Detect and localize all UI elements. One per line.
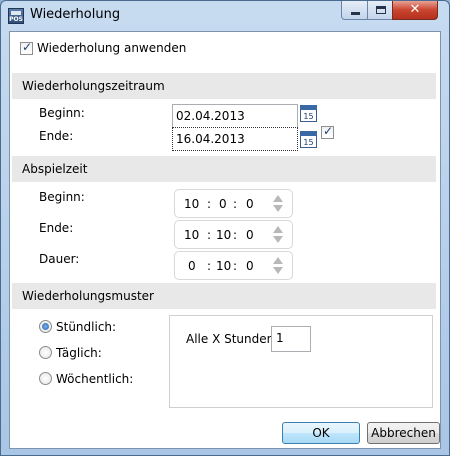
begin-calendar-icon[interactable]: 15 [300, 105, 317, 122]
end-hours[interactable]: 10 [184, 228, 199, 242]
time-separator: : [207, 259, 212, 273]
maximize-button[interactable] [367, 1, 393, 20]
radio-hourly[interactable] [39, 320, 52, 333]
duration-spinner[interactable] [272, 256, 284, 276]
zeitraum-end-label: Ende: [39, 129, 74, 143]
begin-date-input[interactable]: 02.04.2013 [172, 104, 298, 128]
end-calendar-icon[interactable]: 15 [300, 131, 317, 148]
duration-label: Dauer: [39, 252, 80, 266]
duration-input[interactable]: 0 : 10 : 0 [174, 251, 293, 280]
ok-button[interactable]: OK [282, 422, 360, 444]
duration-minutes[interactable]: 10 [216, 259, 231, 273]
calendar-day: 15 [303, 138, 314, 147]
spin-up-icon[interactable] [273, 257, 283, 264]
begin-time-spinner[interactable] [272, 194, 284, 214]
spin-down-icon[interactable] [273, 267, 283, 274]
end-time-spinner[interactable] [272, 225, 284, 245]
section-title: Wiederholungsmuster [22, 289, 154, 303]
end-time-input[interactable]: 10 : 10 : 0 [174, 220, 293, 249]
every-x-hours-label: Alle X Stunden: [186, 332, 279, 346]
end-minutes[interactable]: 10 [216, 228, 231, 242]
spin-down-icon[interactable] [273, 205, 283, 212]
section-title: Wiederholungszeitraum [22, 79, 165, 93]
time-end-label: Ende: [39, 221, 74, 235]
radio-weekly[interactable] [39, 372, 52, 385]
end-date-input[interactable]: 16.04.2013 [172, 127, 298, 151]
time-separator: : [207, 197, 212, 211]
enable-repeat-label[interactable]: Wiederholung anwenden [37, 41, 186, 55]
radio-daily[interactable] [39, 346, 52, 359]
close-icon: ✕ [409, 2, 421, 17]
time-separator: : [207, 228, 212, 242]
spin-up-icon[interactable] [273, 226, 283, 233]
radio-weekly-label[interactable]: Wöchentlich: [56, 372, 133, 386]
close-button[interactable]: ✕ [392, 1, 438, 20]
pattern-options-panel: Alle X Stunden: 1 [169, 315, 433, 408]
begin-hours[interactable]: 10 [184, 197, 199, 211]
title-bar[interactable]: POS Wiederholung ✕ [1, 1, 449, 31]
time-separator: : [233, 197, 238, 211]
calendar-day: 15 [303, 112, 314, 121]
end-seconds[interactable]: 0 [246, 228, 254, 242]
spin-down-icon[interactable] [273, 236, 283, 243]
enable-repeat-checkbox[interactable] [20, 40, 33, 55]
duration-seconds[interactable]: 0 [246, 259, 254, 273]
minimize-button[interactable] [341, 1, 368, 20]
begin-time-input[interactable]: 10 : 0 : 0 [174, 189, 293, 218]
app-icon: POS [8, 8, 24, 24]
spin-up-icon[interactable] [273, 195, 283, 202]
minimize-icon [351, 12, 360, 15]
begin-minutes[interactable]: 0 [219, 197, 227, 211]
every-x-hours-input[interactable]: 1 [271, 326, 311, 352]
begin-date-value: 02.04.2013 [176, 109, 245, 123]
section-header-zeitraum: Wiederholungszeitraum [12, 73, 436, 99]
end-date-value: 16.04.2013 [176, 132, 245, 146]
time-separator: : [233, 228, 238, 242]
dialog-window: POS Wiederholung ✕ Wiederholung anwenden… [0, 0, 450, 456]
section-header-muster: Wiederholungsmuster [12, 283, 436, 309]
zeitraum-begin-label: Beginn: [39, 106, 85, 120]
begin-seconds[interactable]: 0 [246, 197, 254, 211]
duration-hours[interactable]: 0 [188, 259, 196, 273]
every-x-hours-value: 1 [276, 331, 284, 345]
window-title: Wiederholung [30, 7, 121, 22]
section-title: Abspielzeit [22, 162, 88, 176]
section-header-abspielzeit: Abspielzeit [12, 156, 436, 182]
radio-daily-label[interactable]: Täglich: [56, 346, 102, 360]
maximize-icon [376, 6, 386, 14]
app-icon-text: POS [9, 16, 23, 23]
end-date-checkbox[interactable] [321, 124, 334, 139]
cancel-button[interactable]: Abbrechen [367, 422, 440, 444]
dialog-content: Wiederholung anwenden Wiederholungszeitr… [9, 31, 441, 449]
time-begin-label: Beginn: [39, 190, 85, 204]
radio-hourly-label[interactable]: Stündlich: [56, 320, 116, 334]
time-separator: : [233, 259, 238, 273]
